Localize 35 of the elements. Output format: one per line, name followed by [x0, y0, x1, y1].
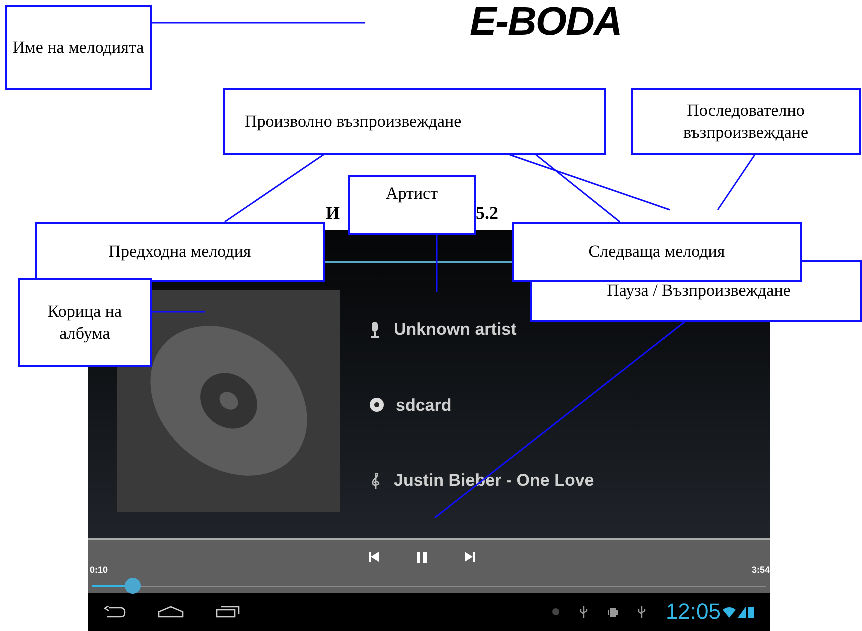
callout-label: Артист: [348, 175, 476, 235]
seek-thumb[interactable]: [125, 578, 142, 594]
usb-icon: [638, 606, 646, 618]
callout-label: Име на мелодията: [5, 5, 152, 90]
skip-previous-icon: [368, 552, 378, 562]
callout-label: Следваща мелодия: [512, 222, 802, 282]
callout-label: Корица на албума: [18, 278, 152, 367]
recent-apps-icon[interactable]: [216, 606, 240, 618]
battery-icon: [748, 606, 754, 618]
leader-line: [152, 311, 205, 313]
wifi-icon: [723, 606, 736, 618]
callout-label: Произволно възпроизвеждане: [223, 88, 606, 155]
figure-caption: 5.2: [476, 202, 498, 225]
disc-icon: [370, 398, 384, 412]
microphone-icon: [370, 322, 380, 338]
back-icon[interactable]: [104, 606, 126, 618]
leader-line: [717, 154, 756, 210]
callout-label: Последователно възпроизвеждане: [631, 88, 861, 155]
album-name: sdcard: [396, 394, 452, 416]
usb-icon: [580, 606, 588, 618]
treble-clef-icon: [370, 472, 382, 490]
callout-label: Предходна мелодия: [35, 222, 325, 282]
artist-name: Unknown artist: [394, 319, 517, 341]
skip-next-icon: [464, 552, 474, 562]
brand-logo: E-BODA: [470, 0, 622, 44]
notification-dot-icon: [552, 608, 560, 616]
clock: 12:05: [666, 601, 721, 623]
android-icon: [608, 606, 618, 618]
pause-icon: [416, 552, 426, 562]
leader-line: [436, 235, 438, 292]
figure-caption: И: [326, 202, 340, 225]
home-icon[interactable]: [158, 606, 184, 618]
elapsed-time: 0:10: [90, 564, 108, 577]
signal-icon: [738, 606, 746, 618]
total-time: 3:54: [752, 564, 770, 577]
